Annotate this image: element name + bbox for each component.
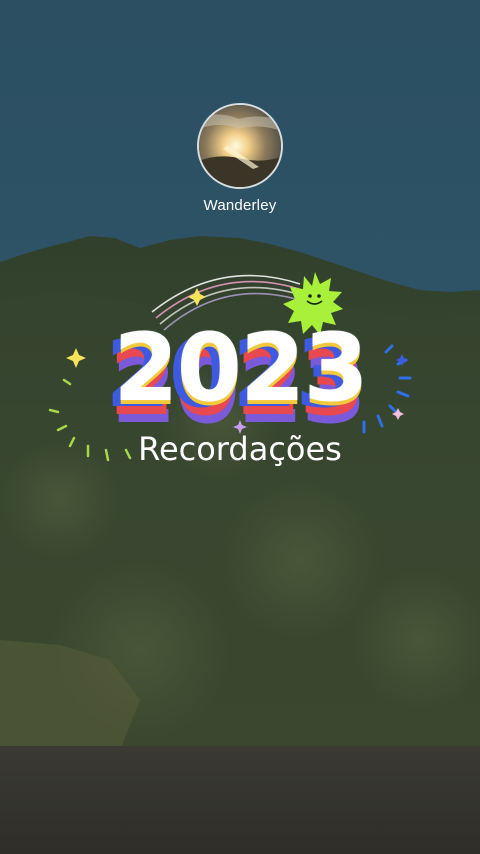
memories-story-screen[interactable]: Wanderley 2023 2023 2023 2023 2023 Recor… <box>0 0 480 854</box>
user-avatar[interactable] <box>197 103 283 189</box>
bottom-overlay <box>0 746 480 854</box>
sunset-photo-icon <box>199 105 281 187</box>
year-title: 2023 <box>113 314 369 423</box>
memories-subtitle: Recordações <box>138 430 342 468</box>
user-name-label: Wanderley <box>203 197 277 214</box>
